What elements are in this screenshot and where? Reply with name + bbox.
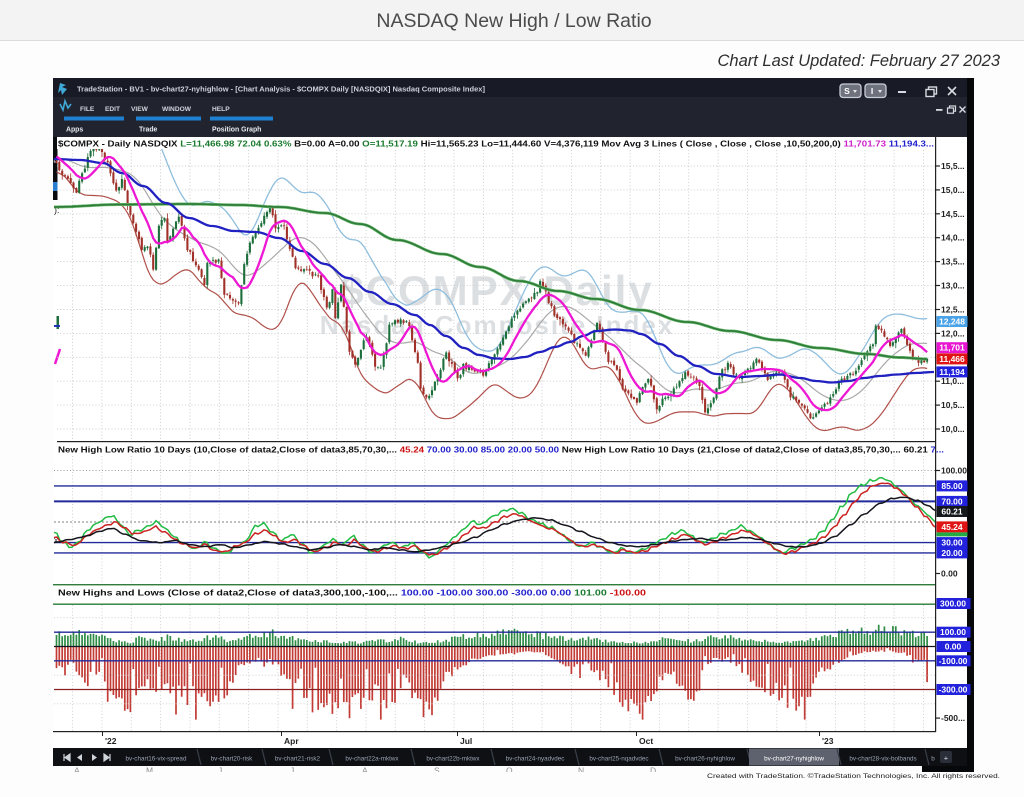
svg-text:10,5...: 10,5... [941,400,965,410]
svg-text:+: + [944,754,949,763]
svg-text:-500...: -500... [941,713,965,723]
svg-text:bv-chart24-nyadvdec: bv-chart24-nyadvdec [506,756,565,763]
svg-text:Jul: Jul [460,736,472,746]
svg-text:bv-chart22b-mktwx: bv-chart22b-mktwx [426,756,480,763]
svg-text:15,0...: 15,0... [941,185,965,195]
svg-text:0.00: 0.00 [941,569,958,579]
svg-text:100.00: 100.00 [941,466,967,476]
svg-text:14,5...: 14,5... [941,209,965,219]
svg-text:bv-chart25-nqadvdec: bv-chart25-nqadvdec [589,756,648,763]
svg-text:I: I [871,86,873,96]
svg-text:15,5...: 15,5... [941,161,965,171]
svg-text:Oct: Oct [639,736,653,746]
svg-text:bv-chart20-risk: bv-chart20-risk [211,756,253,763]
svg-text:$COMPX - Daily NASDQIX L=11,46: $COMPX - Daily NASDQIX L=11,466.98 72.04… [58,140,934,149]
svg-text:Apps: Apps [66,127,83,134]
svg-text:14,0...: 14,0... [941,233,965,243]
svg-text:-100.00: -100.00 [939,656,968,666]
svg-text:85.00: 85.00 [941,481,963,491]
svg-text:'22: '22 [105,736,117,746]
svg-text:bv-chart27-nyhighlow: bv-chart27-nyhighlow [764,756,824,763]
svg-text:Position Graph: Position Graph [212,127,261,134]
svg-text:Chart Last Updated: February 2: Chart Last Updated: February 27 2023 [717,52,1000,70]
svg-text:11,194: 11,194 [939,367,965,377]
svg-text:12,5...: 12,5... [941,305,965,315]
svg-text:20.00: 20.00 [941,548,963,558]
svg-text:11,466: 11,466 [939,354,965,364]
svg-text:60.21: 60.21 [941,507,963,517]
svg-text:bv-chart21-risk2: bv-chart21-risk2 [275,756,321,763]
svg-text:13,5...: 13,5... [941,257,965,267]
svg-text:b: b [931,756,935,763]
svg-text:30.00: 30.00 [941,538,963,548]
svg-text:12,248: 12,248 [939,317,965,327]
svg-text:WINDOW: WINDOW [162,106,192,113]
svg-text:S: S [844,86,850,96]
svg-text:VIEW: VIEW [131,106,149,113]
svg-text:0.00: 0.00 [945,642,962,652]
svg-text:11,701: 11,701 [939,343,965,353]
svg-text:Apr: Apr [284,736,299,746]
svg-text:Trade: Trade [139,127,158,134]
svg-text:10,0...: 10,0... [941,424,965,434]
svg-text:FILE: FILE [80,106,95,113]
svg-text:11,0...: 11,0... [941,376,964,386]
svg-text:NASDAQ New High / Low Ratio: NASDAQ New High / Low Ratio [376,10,651,32]
svg-text:TradeStation - BV1 - bv-chart: TradeStation - BV1 - bv-chart27-nyhighlo… [77,85,486,94]
svg-text:bv-chart16-vix-spread: bv-chart16-vix-spread [126,756,187,763]
svg-text:12,0...: 12,0... [941,328,965,338]
svg-text:HELP: HELP [212,106,230,113]
svg-text:'23: '23 [822,736,834,746]
svg-text:bv-chart22a-mktwx: bv-chart22a-mktwx [345,756,399,763]
svg-text:-300.00: -300.00 [939,685,968,695]
svg-text:New High Low Ratio 10 Days (10: New High Low Ratio 10 Days (10,Close of … [58,446,944,455]
svg-text:EDIT: EDIT [105,106,120,113]
svg-text:45.24: 45.24 [941,522,963,532]
svg-text:100.00: 100.00 [940,627,966,637]
svg-text:New Highs and Lows (Close of d: New Highs and Lows (Close of data2,Close… [58,589,647,598]
svg-text:13,0...: 13,0... [941,281,965,291]
svg-text:bv-chart26-nyhighlow: bv-chart26-nyhighlow [675,756,735,763]
svg-text:300.00: 300.00 [940,599,966,609]
svg-text:70.00: 70.00 [941,496,963,506]
svg-text:bv-chart28-vix-bolbands: bv-chart28-vix-bolbands [849,756,916,763]
svg-text:Created with TradeStation. ©Tr: Created with TradeStation. ©TradeStation… [707,772,1000,780]
